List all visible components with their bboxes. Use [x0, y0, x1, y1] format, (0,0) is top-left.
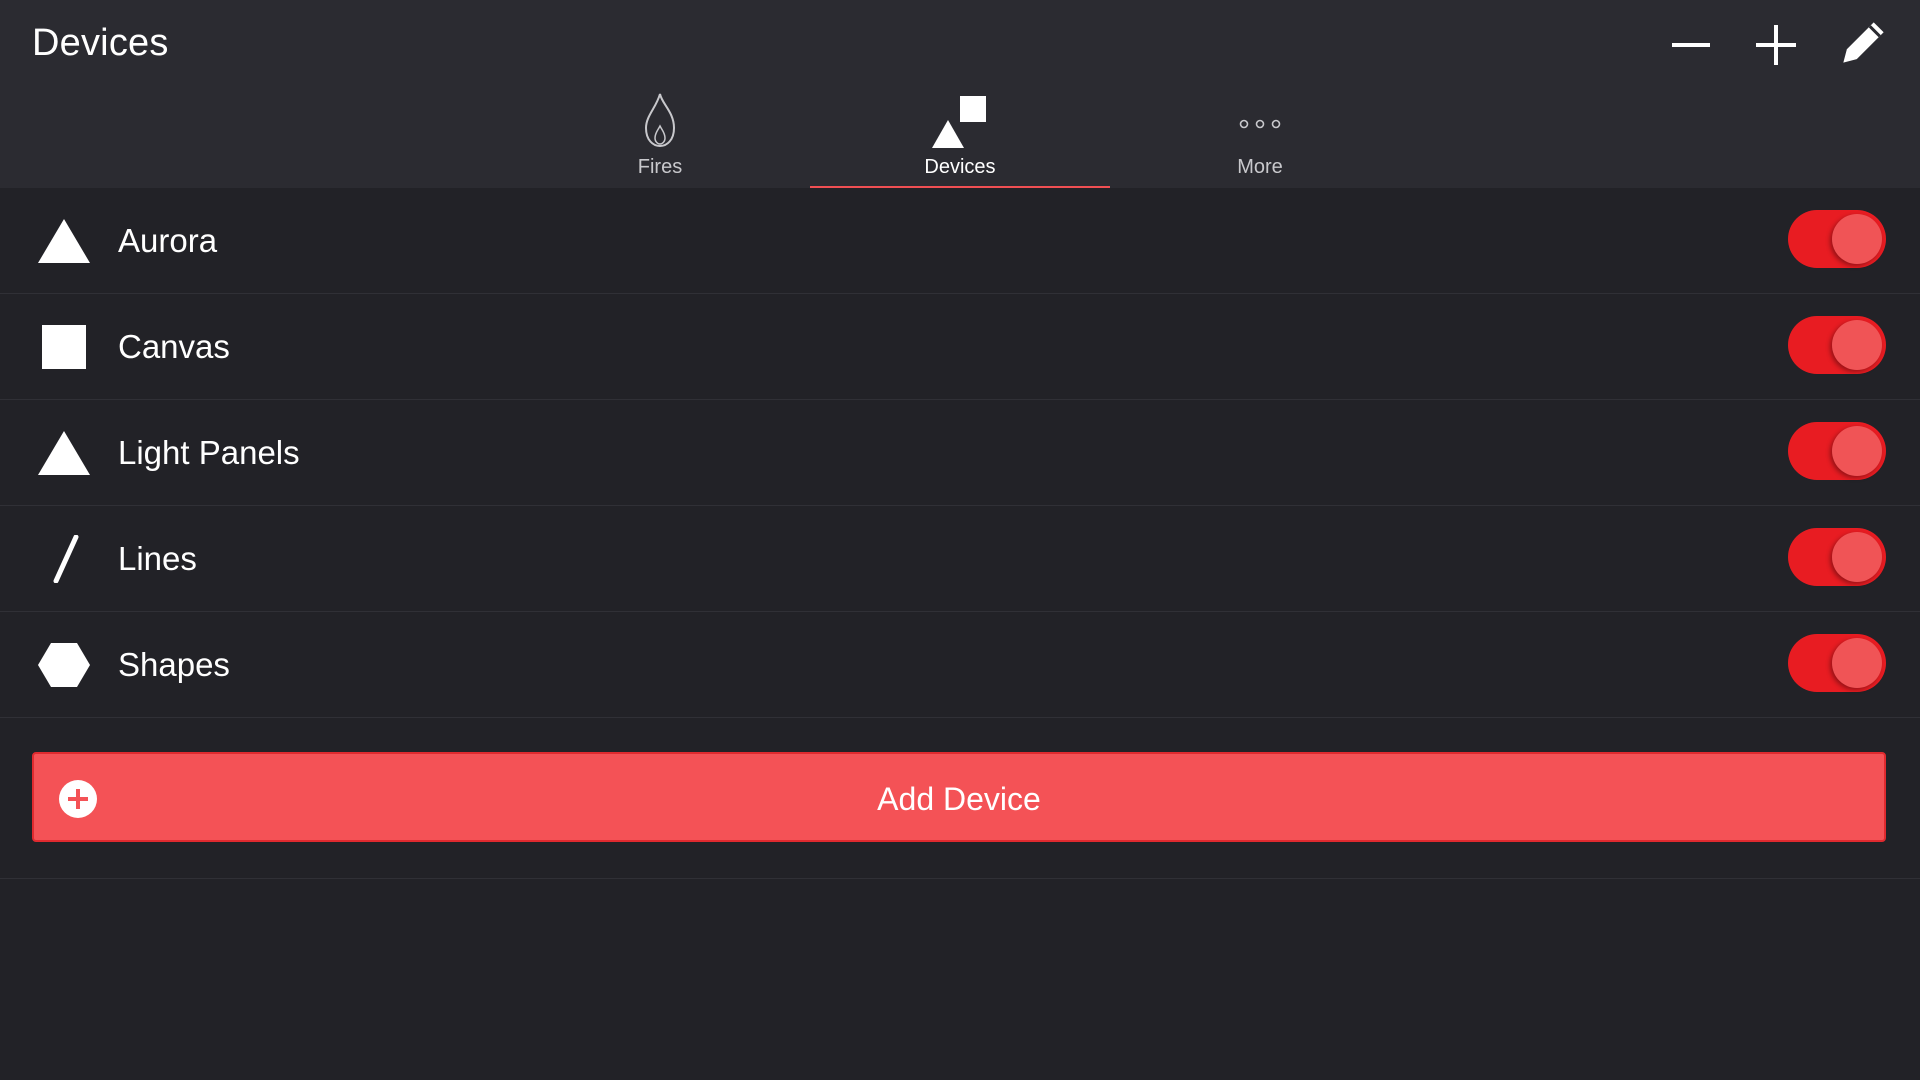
app-window: Devices Fires Devices More Aurora Canvas…	[0, 0, 1920, 1080]
pencil-icon	[1843, 22, 1884, 63]
minus-icon	[1672, 43, 1710, 47]
device-row-canvas[interactable]: Canvas	[0, 294, 1920, 400]
plus-button[interactable]	[1744, 14, 1806, 76]
device-toggle[interactable]	[1788, 210, 1886, 268]
line-icon	[36, 535, 92, 583]
add-device-section: Add Device	[0, 720, 1920, 879]
devices-icon	[810, 90, 1110, 152]
device-toggle[interactable]	[1788, 528, 1886, 586]
add-device-button[interactable]: Add Device	[32, 752, 1886, 842]
device-row-light-panels[interactable]: Light Panels	[0, 400, 1920, 506]
device-toggle[interactable]	[1788, 422, 1886, 480]
ellipsis-icon	[1110, 90, 1410, 152]
square-icon	[36, 323, 92, 371]
triangle-icon	[36, 217, 92, 265]
device-toggle[interactable]	[1788, 316, 1886, 374]
minus-button[interactable]	[1660, 14, 1722, 76]
toggle-knob	[1832, 320, 1882, 370]
plus-icon	[1756, 25, 1796, 65]
device-toggle[interactable]	[1788, 634, 1886, 692]
device-label: Lines	[118, 540, 197, 577]
device-label: Aurora	[118, 222, 218, 259]
device-row-lines[interactable]: Lines	[0, 506, 1920, 612]
device-row-shapes[interactable]: Shapes	[0, 612, 1920, 718]
triangle-icon	[36, 429, 92, 477]
hexagon-icon	[36, 641, 92, 689]
tab-devices[interactable]: Devices	[810, 86, 1110, 190]
tab-label: Devices	[924, 156, 996, 178]
flame-icon	[510, 90, 810, 152]
device-list: Aurora Canvas Light Panels Lines Shapes	[0, 188, 1920, 718]
toggle-knob	[1832, 214, 1882, 264]
toggle-knob	[1832, 638, 1882, 688]
top-bar: Devices Fires Devices More	[0, 0, 1920, 190]
toggle-knob	[1832, 532, 1882, 582]
tab-fires[interactable]: Fires	[510, 86, 810, 188]
toggle-knob	[1832, 426, 1882, 476]
tab-label: More	[1237, 156, 1283, 178]
device-label: Shapes	[118, 646, 230, 683]
device-label: Canvas	[118, 328, 230, 365]
tab-label: Fires	[637, 156, 683, 178]
page-title: Devices	[32, 22, 169, 64]
tab-more[interactable]: More	[1110, 86, 1410, 188]
device-row-aurora[interactable]: Aurora	[0, 188, 1920, 294]
add-device-label: Add Device	[877, 781, 1041, 817]
edit-button[interactable]	[1830, 14, 1892, 76]
device-label: Light Panels	[118, 434, 300, 471]
